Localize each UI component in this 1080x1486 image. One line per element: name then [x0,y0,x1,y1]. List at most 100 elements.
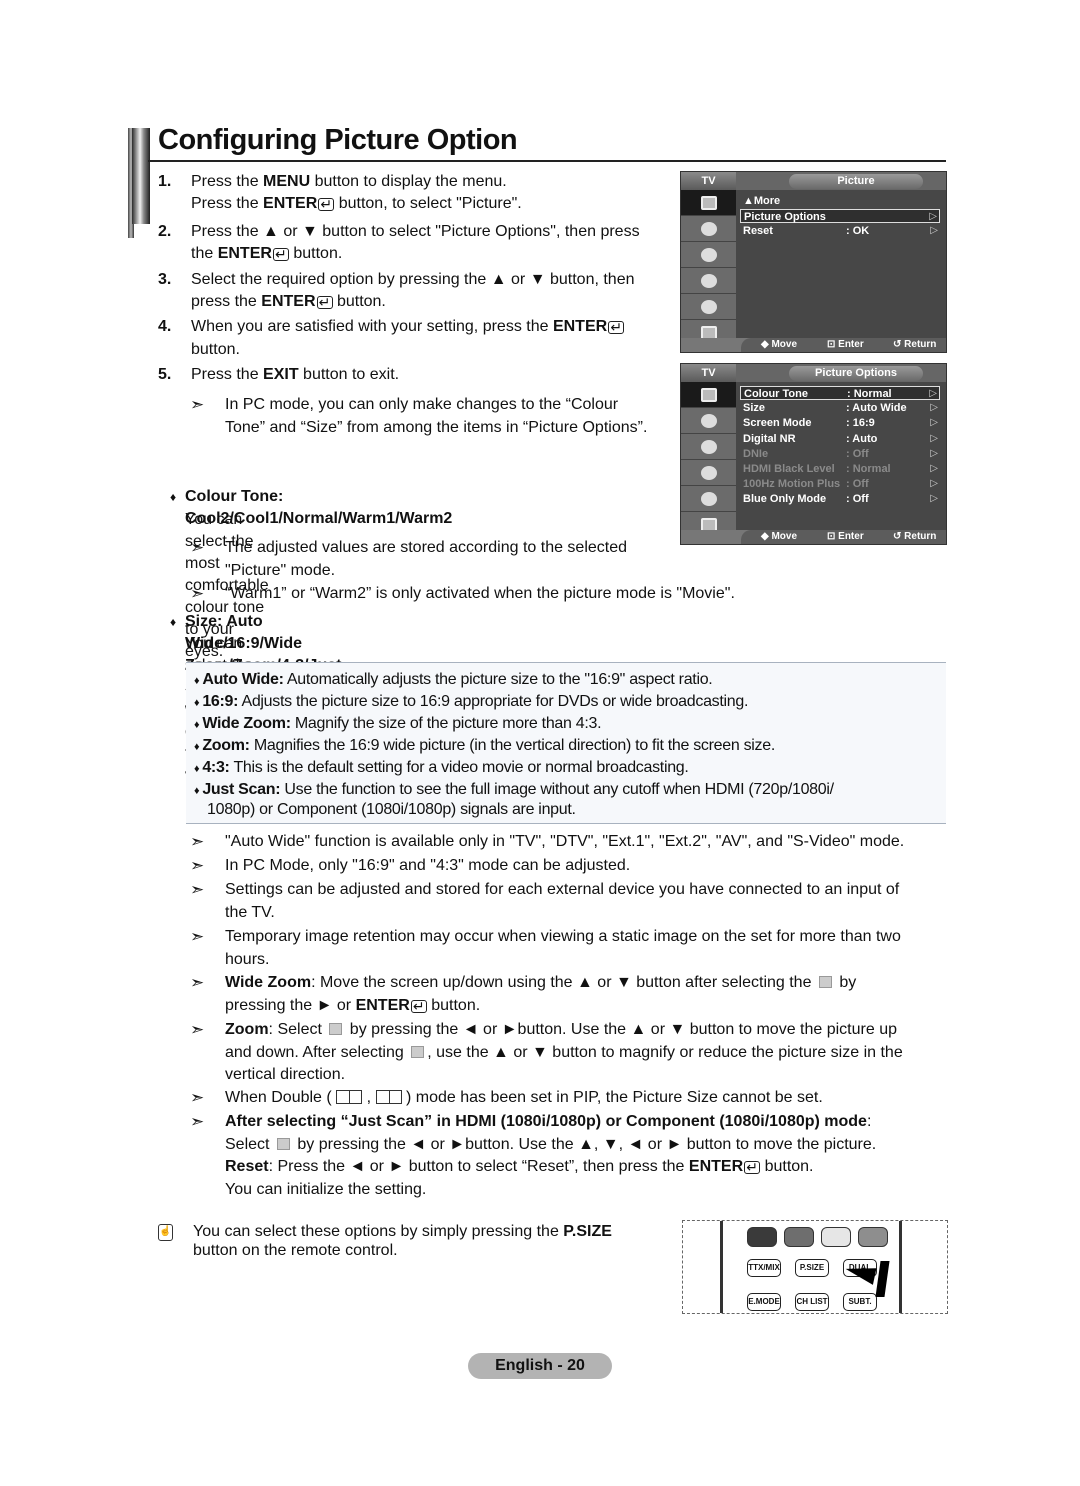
enter-icon: ↵ [410,999,427,1013]
remote-color-button[interactable] [784,1227,814,1247]
position-icon [329,1023,343,1035]
note-arrow-icon: ➣ [190,1088,205,1107]
note-text: Temporary image retention may occur when… [225,928,901,945]
step-text: Select the required option by pressing t… [191,271,635,288]
picture-icon [700,387,717,402]
note-text: Wide Zoom: Move the screen up/down using… [225,974,857,991]
step-text: Press the ENTER ↵ button, to select "Pict… [191,195,522,212]
size-option-term: 16:9: [202,693,239,710]
remote-button[interactable]: SUBT. [843,1293,877,1311]
channel-icon [700,439,717,454]
osd-menu-tab[interactable] [681,408,736,434]
osd-menu-tab[interactable] [681,460,736,486]
osd-menu-tab[interactable] [681,268,736,294]
note-text: pressing the ► or ENTER ↵ button. [225,996,481,1014]
osd-item-label: DNIe [743,447,769,460]
chevron-right-icon: ▷ [930,493,938,505]
step-text: Press the ▲ or ▼ button to select "Pictu… [191,223,640,240]
osd-menu-tab[interactable] [681,434,736,460]
diamond-bullet-icon: ♦ [194,697,200,709]
size-option-cont: 1080p) or Component (1080i/1080p) signal… [207,801,576,818]
note-text: and down. After selecting , use the ▲ or… [225,1043,903,1061]
osd-item-value: : Off [846,478,869,491]
osd-move-hint: ◆ Move [761,531,798,542]
picture-icon [700,195,717,210]
tip-text-part: You can select these options by simply p… [193,1223,564,1240]
size-option: ♦ Auto Wide: Automatically adjusts the pi… [194,669,713,692]
note-text: "Auto Wide" function is available only i… [225,833,905,850]
remote-body: TTX/MIX P.SIZE DUAL E.MODE CH LIST SUBT. [720,1221,902,1313]
title-divider [148,160,946,162]
remote-color-button[interactable] [747,1227,777,1247]
remote-button[interactable]: CH LIST [795,1293,829,1311]
chevron-right-icon: ▷ [930,402,938,414]
osd-menu-item[interactable]: Blue Only Mode: Off ▷ [740,492,940,506]
pip-double-icon [375,1090,402,1104]
osd-menu-item[interactable]: Screen Mode: 16:9 ▷ [740,416,940,430]
chevron-right-icon: ▷ [929,388,937,399]
position-icon [818,976,832,988]
note-text: In PC Mode, only "16:9" and "4:3" mode c… [225,857,631,874]
osd-item-value: : Normal [847,388,892,400]
position-icon [411,1045,425,1058]
osd-return-hint: ↺ Return [893,531,937,542]
channel-icon [700,247,717,262]
osd-menu-tab[interactable] [681,190,736,216]
note-text: Select by pressing the ◄ or ►button. Use… [225,1135,877,1153]
size-option: ♦ 16:9: Adjusts the picture size to 16:9 … [194,691,748,714]
osd-item-label: Colour Tone [744,388,808,400]
note-arrow-icon: ➣ [190,538,205,557]
sound-icon [700,413,717,428]
osd-menu-tab[interactable] [681,486,736,512]
osd-menu-title: Picture Options [789,366,923,381]
pointer-arrow-shaft [875,1261,890,1297]
remote-control-illustration: TTX/MIX P.SIZE DUAL E.MODE CH LIST SUBT. [682,1220,948,1314]
note-arrow-icon: ➣ [190,584,205,603]
enter-icon: ↵ [272,247,289,261]
diamond-bullet-icon: ♦ [194,719,200,731]
osd-menu-tab[interactable] [681,294,736,320]
osd-menu-item[interactable]: Digital NR : Auto ▷ [740,432,940,446]
remote-button[interactable]: TTX/MIX [747,1259,781,1277]
page-title: Configuring Picture Option [158,124,518,156]
step-text: Press the EXIT button to exit. [191,366,400,383]
osd-item-label: Screen Mode [743,417,812,430]
osd-item-value: : Auto [846,432,878,445]
input-icon [700,299,717,314]
diamond-bullet-icon: ♦ [194,675,200,687]
size-option: ♦ 4:3: This is the default setting for a … [194,757,689,780]
osd-move-hint: ◆ Move [761,339,798,350]
osd-item-label: Digital NR [743,432,796,445]
osd-menu-item[interactable]: Reset: OK ▷ [740,224,940,238]
osd-menu-item[interactable]: ▲More [740,194,940,208]
osd-menu-item: DNIe: Off ▷ [740,447,940,461]
osd-item-value: : Auto Wide [846,402,907,415]
step-text: press the ENTER ↵ button. [191,293,386,310]
osd-menu-tab[interactable] [681,382,736,408]
sound-icon [700,221,717,236]
osd-icon-column [681,190,736,346]
setup-icon [700,273,717,288]
step-number: 3. [158,271,172,288]
osd-menu-item: HDMI Black Level: Normal ▷ [740,462,940,476]
osd-menu-tab[interactable] [681,242,736,268]
enter-icon: ↵ [608,320,625,334]
osd-menu-tab[interactable] [681,216,736,242]
remote-color-button[interactable] [821,1227,851,1247]
tip-text: You can select these options by simply p… [193,1222,653,1260]
remote-color-button[interactable] [858,1227,888,1247]
osd-tv-tab: TV [681,172,736,190]
osd-menu-item[interactable]: Size: Auto Wide ▷ [740,401,940,415]
size-options-box: ♦ Auto Wide: Automatically adjusts the pi… [186,662,946,824]
remote-button[interactable]: P.SIZE [795,1259,829,1277]
chevron-right-icon: ▷ [930,432,938,444]
osd-menu-item[interactable]: Colour Tone : Normal ▷ [740,386,940,400]
diamond-bullet-icon: ♦ [194,741,200,753]
note-arrow-icon: ➣ [190,1112,205,1131]
osd-menu-item[interactable]: Picture Options ▷ [740,209,940,224]
osd-return-hint: ↺ Return [893,339,937,350]
remote-button[interactable]: E.MODE [747,1293,781,1311]
note-text: You can initialize the setting. [225,1180,427,1198]
chevron-right-icon: ▷ [930,417,938,429]
note-text: the TV. [225,903,275,921]
